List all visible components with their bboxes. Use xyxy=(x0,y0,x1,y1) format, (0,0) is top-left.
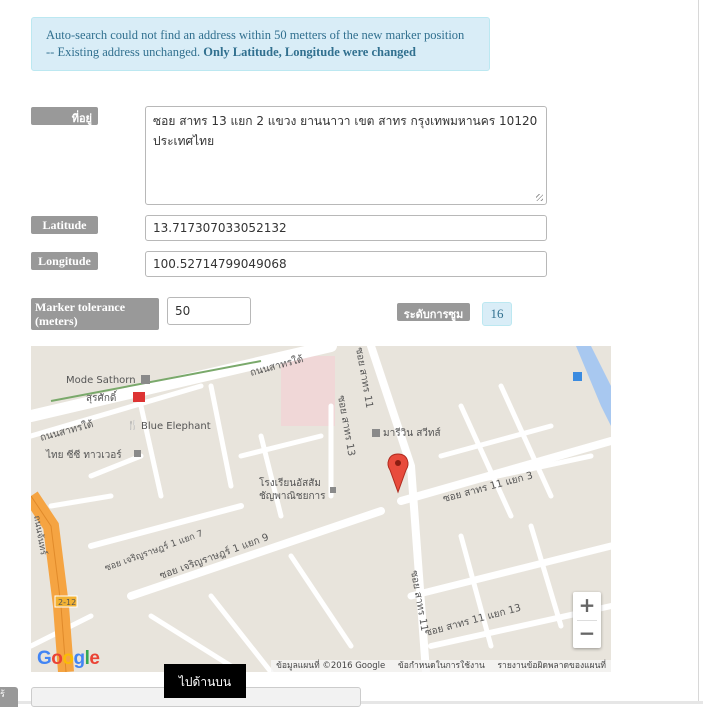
map[interactable]: 2-12 Mode Sathorn สุรศักดิ์ 🍴 Blue Eleph… xyxy=(31,346,611,672)
address-line-2: ประเทศไทย xyxy=(153,134,215,148)
map-label-school-line-2: ชัญพาณิชยการ xyxy=(259,491,326,502)
zoom-in-button[interactable]: + xyxy=(573,592,601,620)
zoom-control-divider xyxy=(577,620,597,621)
info-alert: Auto-search could not find an address wi… xyxy=(31,17,490,71)
alert-line-2-bold: Only Latitude, Longitude were changed xyxy=(203,45,416,59)
zoom-level-label: ระดับการซูม xyxy=(397,303,470,321)
page-right-border xyxy=(698,0,699,704)
map-poi-icon xyxy=(134,450,141,457)
resize-grip-icon[interactable] xyxy=(536,194,543,201)
alert-line-2-text: -- Existing address unchanged. xyxy=(46,45,201,59)
bts-station-icon xyxy=(133,392,145,402)
map-terms-link[interactable]: ข้อกำหนดในการใช้งาน xyxy=(398,661,485,671)
go-to-top-button[interactable]: ไปด้านบน xyxy=(164,664,246,698)
map-poi-icon xyxy=(372,429,380,437)
zoom-level-value: 16 xyxy=(482,302,512,326)
map-canvas[interactable]: 2-12 Mode Sathorn สุรศักดิ์ 🍴 Blue Eleph… xyxy=(31,346,611,672)
map-data-attribution: ข้อมูลแผนที่ ©2016 Google xyxy=(276,661,386,671)
google-logo-letter: e xyxy=(89,648,100,669)
map-attribution-bar: ข้อมูลแผนที่ ©2016 Google ข้อกำหนดในการใ… xyxy=(271,660,611,672)
longitude-input[interactable]: 100.52714799049068 xyxy=(145,251,547,277)
google-logo-letter: G xyxy=(37,648,52,669)
map-label-blue-elephant: Blue Elephant xyxy=(141,421,211,432)
map-label-road-212: 2-12 xyxy=(58,598,76,607)
latitude-label: Latitude xyxy=(31,216,98,234)
google-logo-letter: g xyxy=(73,648,86,669)
alert-line-1: Auto-search could not find an address wi… xyxy=(46,28,465,42)
map-poi-icon xyxy=(141,375,150,384)
map-zoom-control: + − xyxy=(573,592,601,648)
map-label-school-line-1: โรงเรียนอัสสัม xyxy=(259,476,321,489)
google-logo-letter: o xyxy=(62,648,74,669)
zoom-out-button[interactable]: − xyxy=(573,620,601,648)
map-label-thai-cc-tower: ไทย ซีซี ทาวเวอร์ xyxy=(45,449,122,461)
address-line-1: ซอย สาทร 13 แยก 2 แขวง ยานนาวา เขต สาทร … xyxy=(153,114,538,128)
map-report-link[interactable]: รายงานข้อผิดพลาดของแผนที่ xyxy=(497,661,606,671)
restaurant-icon: 🍴 xyxy=(127,419,138,431)
google-logo-letter: o xyxy=(51,648,63,669)
map-poi-icon xyxy=(330,487,336,493)
marker-tolerance-input[interactable]: 50 xyxy=(167,297,251,325)
address-textarea[interactable]: ซอย สาทร 13 แยก 2 แขวง ยานนาวา เขต สาทร … xyxy=(145,106,547,205)
alert-line-2: -- Existing address unchanged. Only Lati… xyxy=(46,44,475,61)
left-stub-label: ร้ xyxy=(0,687,18,707)
map-label-surasak: สุรศักดิ์ xyxy=(86,390,118,404)
longitude-label: Longitude xyxy=(31,252,98,270)
transit-icon xyxy=(573,372,582,381)
map-label-mode-sathorn: Mode Sathorn xyxy=(66,375,136,386)
latitude-input[interactable]: 13.717307033052132 xyxy=(145,215,547,241)
address-label: ที่อยู่ xyxy=(31,107,98,125)
map-label-marvin-suites: มารีวิน สวีทส์ xyxy=(383,427,441,439)
marker-tolerance-label: Marker tolerance (meters) xyxy=(31,298,159,330)
google-logo: Google xyxy=(37,648,100,670)
